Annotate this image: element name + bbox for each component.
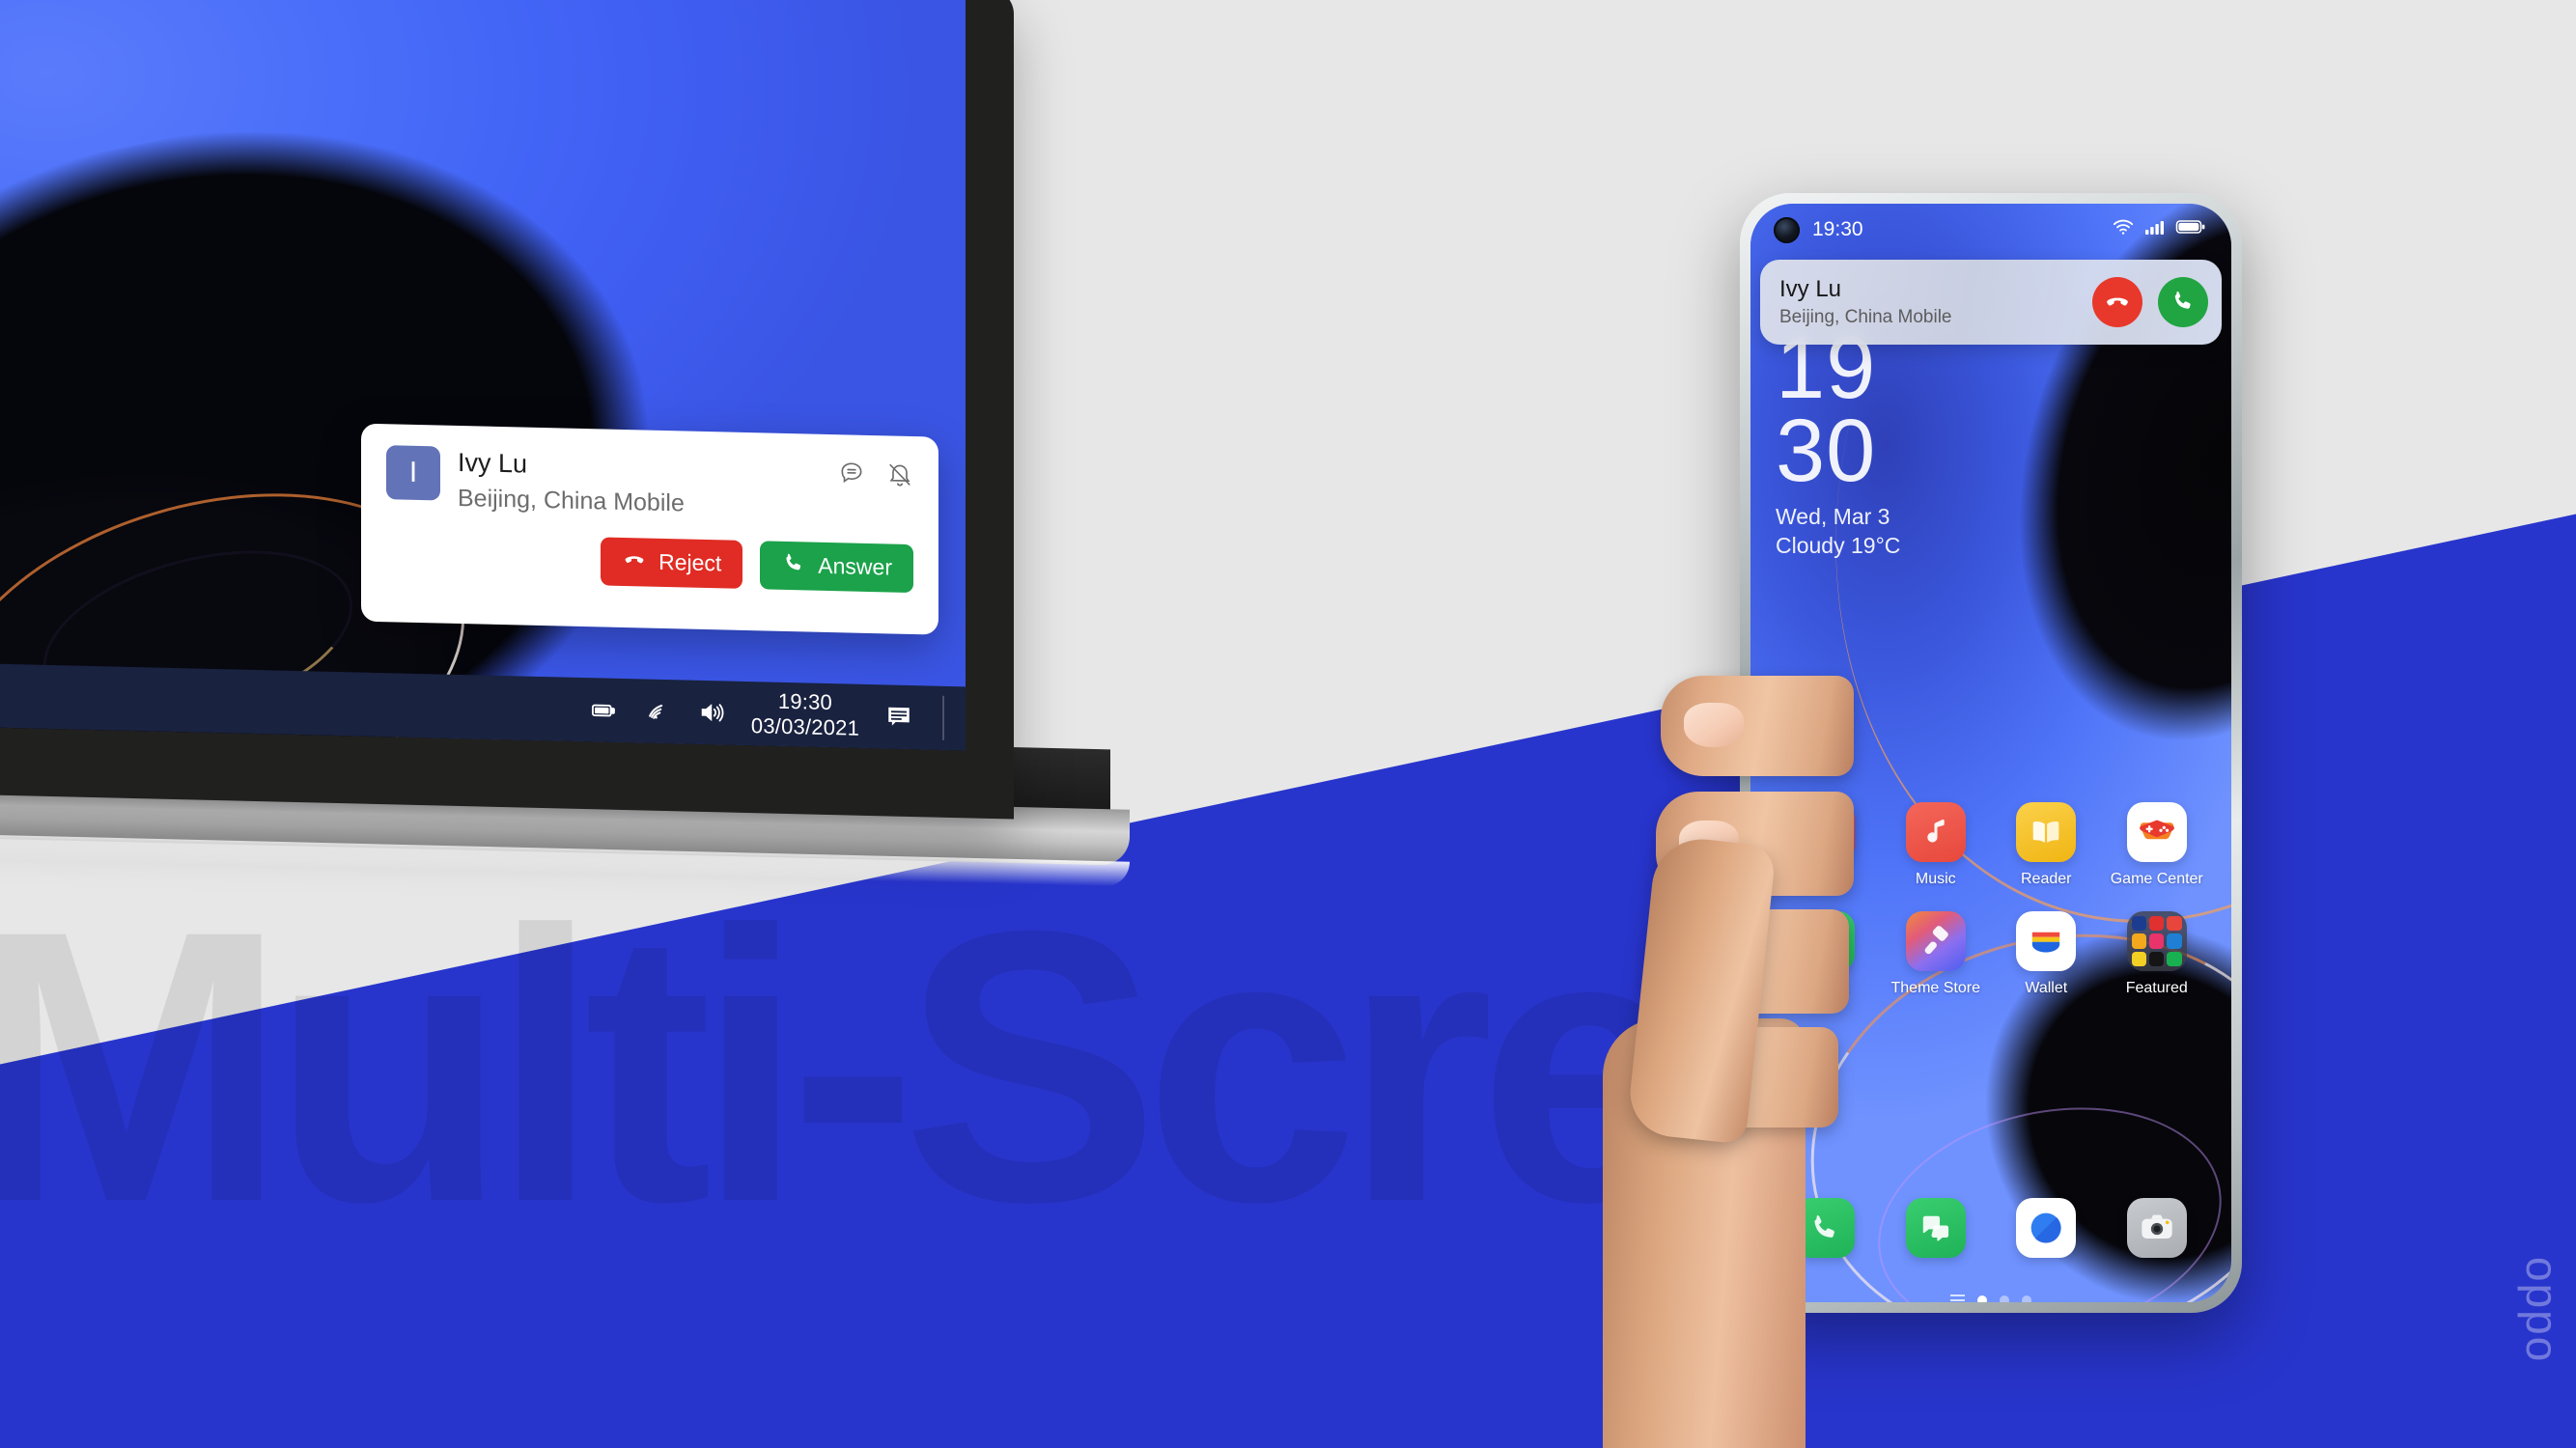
answer-call-button[interactable]	[2158, 277, 2208, 327]
browser-icon[interactable]	[2016, 1198, 2077, 1258]
taskbar-time: 19:30	[777, 689, 832, 715]
pc-card-actions	[838, 456, 913, 493]
folder-tile	[2167, 916, 2182, 932]
folder-tile	[2131, 951, 2147, 966]
wallet-icon	[2016, 911, 2077, 971]
pc-caller-info: Ivy Lu Beijing, China Mobile	[458, 447, 838, 521]
folder-tile	[2131, 916, 2147, 932]
answer-call-button[interactable]: Answer	[760, 541, 913, 593]
phone-call-banner: Ivy Lu Beijing, China Mobile	[1760, 260, 2222, 345]
camera-icon[interactable]	[2126, 1198, 2187, 1258]
app-label: Reader	[2021, 871, 2072, 887]
clock-widget[interactable]: 19 30 Wed, Mar 3 Cloudy 19°C	[1776, 323, 1901, 559]
laptop-lid: I Ivy Lu Beijing, China Mobile Reject An…	[0, 0, 1014, 820]
folder-tile	[2131, 933, 2147, 949]
wifi-icon	[2112, 215, 2135, 244]
finger-1	[1661, 676, 1854, 776]
app-label: Wallet	[2025, 980, 2068, 996]
folder-tiles	[2126, 911, 2187, 971]
hero-headline: Multi-Scre	[0, 850, 1694, 1282]
clock-minutes: 30	[1776, 401, 1877, 500]
pc-caller-location: Beijing, China Mobile	[458, 484, 685, 517]
phone-caller-name: Ivy Lu	[1779, 275, 1842, 302]
reject-call-button[interactable]	[2092, 277, 2142, 327]
app-label: Featured	[2125, 980, 2188, 996]
pc-incoming-call-card: I Ivy Lu Beijing, China Mobile Reject An…	[361, 423, 938, 635]
phone-down-icon	[622, 546, 647, 578]
phone-down-icon	[2103, 287, 2132, 319]
page-dot-3[interactable]	[2022, 1295, 2031, 1302]
laptop-display: I Ivy Lu Beijing, China Mobile Reject An…	[0, 0, 966, 751]
weather-summary: Cloudy 19°C	[1776, 533, 1901, 559]
folder-tile	[2149, 916, 2165, 932]
laptop-device: I Ivy Lu Beijing, China Mobile Reject An…	[0, 0, 1197, 927]
pc-call-buttons: Reject Answer	[386, 532, 913, 593]
phone-icon	[781, 550, 806, 582]
folder-tile	[2167, 951, 2182, 966]
phone-banner-actions	[2092, 277, 2208, 327]
volume-icon[interactable]	[697, 698, 726, 728]
wifi-icon[interactable]	[643, 696, 672, 726]
pc-call-header: I Ivy Lu Beijing, China Mobile	[386, 445, 913, 523]
featured-folder	[2126, 911, 2187, 971]
folder-tile	[2149, 951, 2165, 966]
front-camera-icon	[1774, 216, 1800, 243]
fingernail-1	[1684, 703, 1744, 747]
avatar: I	[386, 445, 440, 501]
mute-icon[interactable]	[886, 460, 913, 493]
taskbar-date: 03/03/2021	[750, 713, 859, 740]
reject-label: Reject	[658, 549, 722, 576]
answer-label: Answer	[818, 552, 892, 580]
app-label: Game Center	[2110, 871, 2203, 887]
signal-icon	[2143, 217, 2167, 242]
game-center-icon	[2126, 802, 2187, 862]
status-time: 19:30	[1812, 218, 1863, 240]
app-game-center[interactable]: Game Center	[2102, 802, 2213, 888]
taskbar-divider	[942, 695, 944, 740]
status-right	[2112, 215, 2206, 244]
app-featured-folder[interactable]: Featured	[2102, 911, 2213, 997]
status-left: 19:30	[1774, 216, 1863, 243]
folder-tile	[2149, 933, 2165, 949]
phone-caller-location: Beijing, China Mobile	[1779, 307, 1952, 328]
pc-caller-name: Ivy Lu	[458, 447, 528, 479]
send-message-icon[interactable]	[838, 459, 865, 492]
reject-call-button[interactable]: Reject	[601, 537, 743, 589]
phone-caller-info: Ivy Lu Beijing, China Mobile	[1779, 276, 1952, 329]
clock-date: Wed, Mar 3	[1776, 504, 1890, 530]
reader-icon	[2016, 802, 2077, 862]
brand-watermark: oppo	[2517, 1256, 2567, 1363]
promo-scene: Multi-Scre I Ivy Lu Beijing, China Mobil…	[0, 0, 2576, 1448]
taskbar-clock[interactable]: 19:30 03/03/2021	[751, 688, 859, 740]
battery-icon	[2175, 217, 2206, 242]
phone-status-bar: 19:30	[1750, 204, 2231, 256]
notifications-icon[interactable]	[884, 702, 913, 732]
folder-tile	[2167, 933, 2182, 949]
laptop-wallpaper	[0, 0, 966, 751]
phone-icon	[2170, 288, 2197, 318]
battery-icon[interactable]	[589, 695, 618, 725]
